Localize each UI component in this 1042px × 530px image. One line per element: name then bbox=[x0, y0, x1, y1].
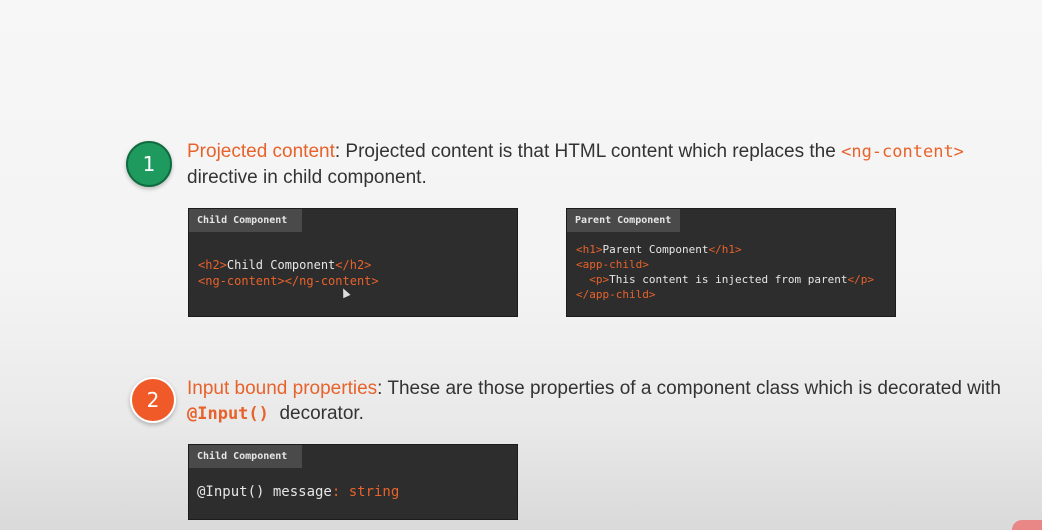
code-tag: </p> bbox=[847, 273, 875, 286]
code-tag: <h1> bbox=[576, 243, 603, 256]
step-badge-2: 2 bbox=[130, 377, 176, 423]
point1-text-after: directive in child component. bbox=[187, 167, 427, 188]
point-input-bound-properties: Input bound properties: These are those … bbox=[187, 376, 1017, 427]
code-box-title: Child Component bbox=[189, 445, 302, 468]
code-tag: <h2> bbox=[198, 258, 227, 272]
step-number-2: 2 bbox=[146, 388, 160, 412]
step-badge-1: 1 bbox=[126, 141, 172, 187]
code-tag: </h1> bbox=[708, 243, 742, 256]
code-tag: <p> bbox=[576, 273, 610, 286]
point1-text-before: : Projected content is that HTML content… bbox=[334, 141, 842, 162]
code-text: Parent Component bbox=[602, 243, 709, 256]
parent-component-code-box: Parent Component <h1>Parent Component</h… bbox=[566, 208, 896, 317]
code-text: Child Component bbox=[226, 258, 336, 272]
code-colon: : bbox=[331, 484, 349, 500]
point2-text-after: decorator. bbox=[268, 403, 364, 424]
code-block: <h1>Parent Component</h1> <app-child> <p… bbox=[576, 242, 874, 302]
term-input-bound-properties: Input bound properties bbox=[187, 378, 378, 399]
code-text: @Input() message bbox=[197, 484, 332, 500]
term-projected-content: Projected content bbox=[187, 141, 335, 162]
code-tag: </h2> bbox=[335, 258, 372, 272]
code-type: string bbox=[348, 484, 400, 500]
ng-content-code: <ng-content> bbox=[841, 142, 964, 162]
code-box-title: Child Component bbox=[189, 209, 302, 232]
corner-decoration bbox=[1012, 520, 1042, 530]
child-component-input-code-box: Child Component @Input() message: string bbox=[188, 444, 518, 520]
code-tag: <app-child> bbox=[576, 258, 649, 271]
code-block: <h2>Child Component</h2> <ng-content></n… bbox=[198, 257, 379, 289]
code-tag: </app-child> bbox=[576, 288, 656, 301]
point-projected-content: Projected content: Projected content is … bbox=[187, 139, 1017, 190]
code-text: This content is injected from parent bbox=[609, 273, 848, 286]
input-decorator-code: @Input() bbox=[187, 404, 269, 424]
step-number-1: 1 bbox=[142, 152, 156, 176]
code-block: @Input() message: string bbox=[197, 483, 399, 501]
child-component-code-box: Child Component <h2>Child Component</h2>… bbox=[188, 208, 518, 317]
code-box-title: Parent Component bbox=[567, 209, 680, 232]
code-tag: <ng-content></ng-content> bbox=[198, 274, 379, 288]
point2-text-before: : These are those properties of a compon… bbox=[377, 378, 1001, 399]
